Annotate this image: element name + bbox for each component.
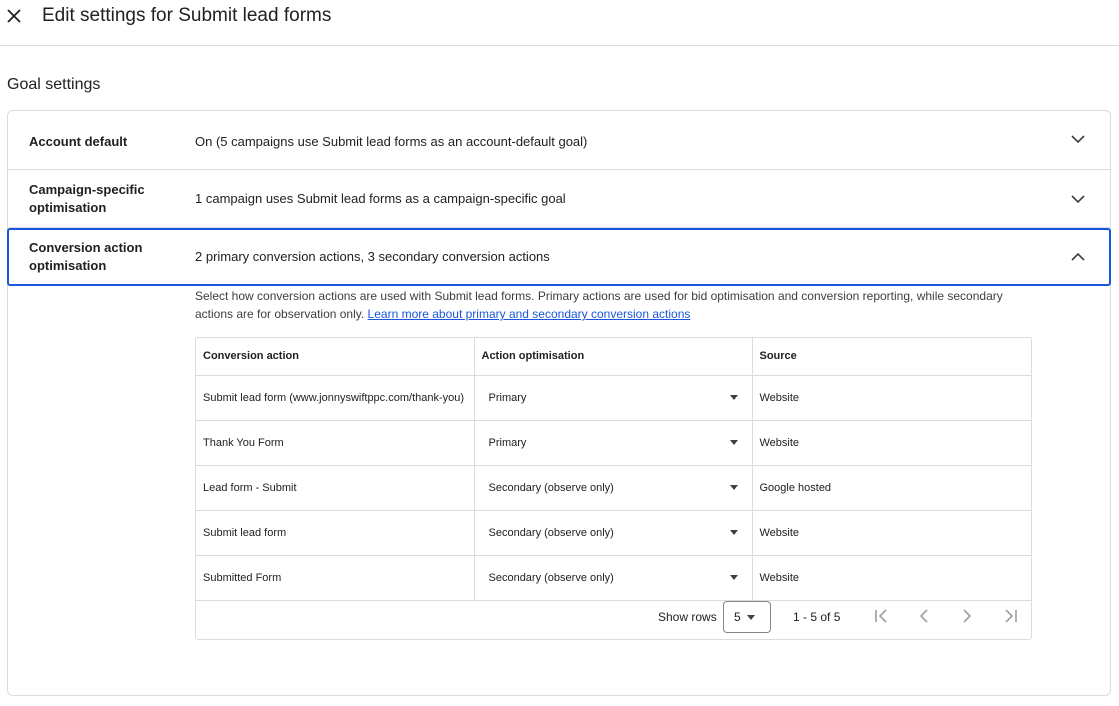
- row-value: 1 campaign uses Submit lead forms as a c…: [195, 191, 566, 206]
- caret-down-icon: [729, 394, 738, 400]
- campaign-specific-row[interactable]: Campaign-specific optimisation 1 campaig…: [8, 170, 1110, 228]
- source-cell: Website: [752, 555, 1031, 601]
- dropdown-value: Secondary (observe only): [488, 481, 614, 494]
- close-icon: [7, 9, 21, 23]
- optimisation-dropdown[interactable]: Secondary (observe only): [475, 511, 752, 555]
- chevron-down-icon[interactable]: [1070, 191, 1086, 207]
- dialog-header: Edit settings for Submit lead forms: [0, 0, 1119, 46]
- learn-more-link[interactable]: Learn more about primary and secondary c…: [368, 307, 691, 321]
- caret-down-icon: [729, 439, 738, 445]
- source-cell: Website: [752, 510, 1031, 556]
- show-rows-label: Show rows: [658, 610, 717, 624]
- row-value: On (5 campaigns use Submit lead forms as…: [195, 134, 588, 149]
- table-row: Submit lead form Secondary (observe only…: [196, 510, 1031, 556]
- table-row: Submitted Form Secondary (observe only) …: [196, 555, 1031, 601]
- table-row: Lead form - Submit Secondary (observe on…: [196, 465, 1031, 511]
- page-title: Edit settings for Submit lead forms: [42, 5, 332, 26]
- conversion-action-cell: Submit lead form: [196, 510, 475, 556]
- caret-down-icon: [747, 615, 755, 620]
- table-row: Thank You Form Primary Website: [196, 420, 1031, 466]
- dropdown-value: Primary: [488, 391, 527, 404]
- conversion-action-cell: Thank You Form: [196, 420, 475, 466]
- source-cell: Website: [752, 420, 1031, 466]
- chevron-down-icon[interactable]: [1070, 131, 1086, 147]
- optimisation-dropdown[interactable]: Secondary (observe only): [475, 556, 752, 600]
- optimisation-cell: Primary: [474, 375, 753, 421]
- conversion-actions-table: Conversion action Action optimisation So…: [195, 337, 1032, 640]
- optimisation-dropdown[interactable]: Secondary (observe only): [475, 466, 752, 510]
- chevron-up-icon[interactable]: [1070, 249, 1086, 265]
- caret-down-icon: [729, 529, 738, 535]
- next-page-button[interactable]: [956, 605, 978, 627]
- last-page-button[interactable]: [1000, 605, 1022, 627]
- optimisation-cell: Secondary (observe only): [474, 555, 753, 601]
- rows-per-page-select[interactable]: 5: [723, 601, 771, 633]
- table-pagination: Show rows 5 1 - 5 of 5: [196, 595, 1031, 639]
- row-value: 2 primary conversion actions, 3 secondar…: [195, 249, 550, 264]
- source-cell: Website: [752, 375, 1031, 421]
- section-title: Goal settings: [7, 76, 101, 93]
- dropdown-value: Primary: [488, 436, 527, 449]
- conversion-action-cell: Submitted Form: [196, 555, 475, 601]
- first-page-button[interactable]: [870, 605, 892, 627]
- dropdown-value: Secondary (observe only): [488, 526, 614, 539]
- account-default-row[interactable]: Account default On (5 campaigns use Subm…: [8, 111, 1110, 170]
- caret-down-icon: [729, 574, 738, 580]
- previous-page-button[interactable]: [913, 605, 935, 627]
- header-action-optimisation: Action optimisation: [474, 338, 753, 376]
- rows-per-page-value: 5: [734, 610, 741, 624]
- dropdown-value: Secondary (observe only): [488, 571, 614, 584]
- conversion-action-cell: Submit lead form (www.jonnyswiftppc.com/…: [196, 375, 475, 421]
- row-label: Conversion action optimisation: [29, 240, 143, 273]
- page-range: 1 - 5 of 5: [793, 610, 841, 624]
- last-page-icon: [1005, 609, 1017, 623]
- optimisation-cell: Primary: [474, 420, 753, 466]
- first-page-icon: [875, 609, 887, 623]
- optimisation-cell: Secondary (observe only): [474, 465, 753, 511]
- table-row: Submit lead form (www.jonnyswiftppc.com/…: [196, 375, 1031, 421]
- close-button[interactable]: [2, 2, 26, 30]
- header-source: Source: [752, 338, 1031, 376]
- conversion-description: Select how conversion actions are used w…: [195, 287, 1025, 323]
- conversion-action-cell: Lead form - Submit: [196, 465, 475, 511]
- row-label: Account default: [29, 134, 128, 149]
- row-label: Campaign-specific optimisation: [29, 182, 145, 215]
- header-conversion-action: Conversion action: [196, 338, 475, 376]
- chevron-left-icon: [919, 609, 928, 623]
- optimisation-dropdown[interactable]: Primary: [475, 421, 752, 465]
- goal-settings-card: Account default On (5 campaigns use Subm…: [7, 110, 1111, 696]
- optimisation-dropdown[interactable]: Primary: [475, 376, 752, 420]
- source-cell: Google hosted: [752, 465, 1031, 511]
- optimisation-cell: Secondary (observe only): [474, 510, 753, 556]
- caret-down-icon: [729, 484, 738, 490]
- table-header-row: Conversion action Action optimisation So…: [196, 338, 1031, 376]
- conversion-action-row[interactable]: Conversion action optimisation 2 primary…: [7, 228, 1111, 286]
- chevron-right-icon: [963, 609, 972, 623]
